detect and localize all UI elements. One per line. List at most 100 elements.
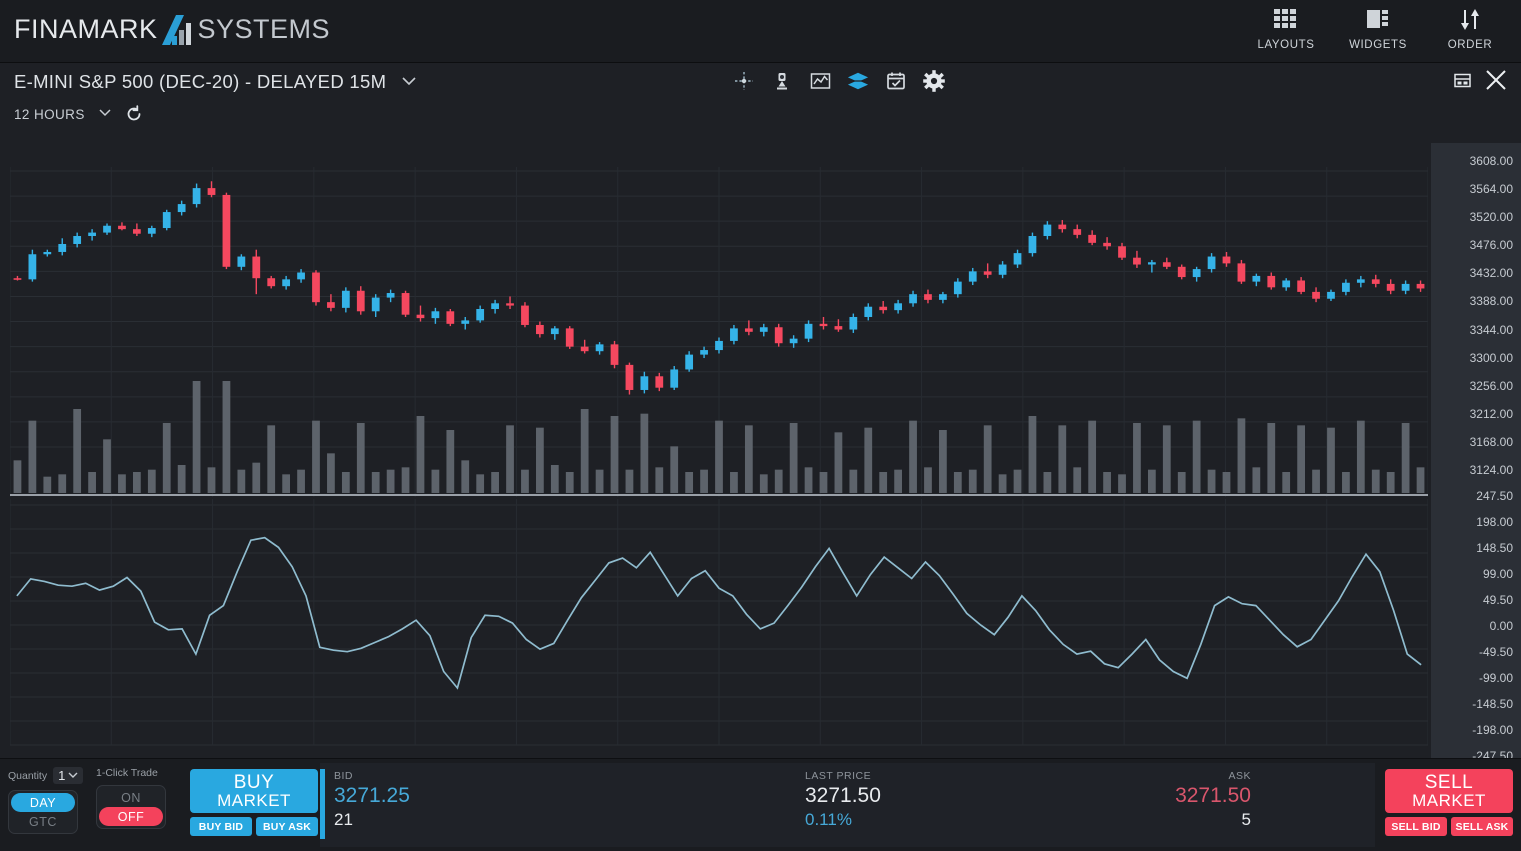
ask-quote: ASK 3271.50 5 <box>1175 770 1251 830</box>
app-logo: FINAMARK SYSTEMS <box>14 14 330 45</box>
bid-caption: BID <box>334 770 410 782</box>
symbol-title-text: E-MINI S&P 500 (DEC-20) - DELAYED 15M <box>14 71 386 92</box>
indicator-axis-tick: 198.00 <box>1476 515 1513 529</box>
price-axis-tick: 3124.00 <box>1470 463 1513 477</box>
sell-market-button[interactable]: SELL MARKET <box>1385 769 1513 813</box>
nav-order[interactable]: ORDER <box>1437 6 1503 51</box>
price-axis-tick: 3476.00 <box>1470 238 1513 252</box>
last-price-change: 0.11% <box>805 810 881 830</box>
price-plot[interactable] <box>10 167 1428 497</box>
trading-app: FINAMARK SYSTEMS <box>0 0 1521 851</box>
sell-market-line2: MARKET <box>1412 792 1486 809</box>
buy-bid-button[interactable]: BUY BID <box>190 817 252 836</box>
widgets-panel-icon <box>1345 6 1411 36</box>
timeframe-row: 12 HOURS <box>14 105 143 123</box>
sell-ask-button[interactable]: SELL ASK <box>1451 817 1513 836</box>
one-click-on-option[interactable]: ON <box>99 788 163 807</box>
one-click-trade-toggle[interactable]: ON OFF <box>96 785 166 829</box>
top-bar: FINAMARK SYSTEMS <box>0 0 1521 63</box>
timeframe-selector-label: 12 HOURS <box>14 107 85 122</box>
indicator-axis-tick: 247.50 <box>1476 489 1513 503</box>
price-axis-tick: 3212.00 <box>1470 407 1513 421</box>
line-chart-icon[interactable] <box>809 70 831 92</box>
quantity-value: 1 <box>58 768 65 783</box>
buy-ask-button[interactable]: BUY ASK <box>256 817 318 836</box>
buy-market-line1: BUY <box>234 773 275 792</box>
logo-chart-icon <box>162 15 196 45</box>
indicator-axis-tick: 99.00 <box>1483 567 1513 581</box>
gear-icon[interactable] <box>923 70 945 92</box>
close-window-icon[interactable] <box>1485 69 1507 91</box>
order-arrows-icon <box>1437 6 1503 36</box>
buy-market-line2: MARKET <box>217 792 291 809</box>
nav-widgets[interactable]: WIDGETS <box>1345 6 1411 51</box>
price-axis-tick: 3344.00 <box>1470 323 1513 337</box>
chevron-down-icon <box>402 77 416 86</box>
one-click-trade-label: 1-Click Trade <box>96 767 178 779</box>
nav-order-label: ORDER <box>1437 39 1503 51</box>
panel-header: E-MINI S&P 500 (DEC-20) - DELAYED 15M <box>0 63 1521 103</box>
indicator-axis: 247.50 198.00 148.50 99.00 49.50 0.00 -49.50 -9… <box>1431 478 1521 768</box>
duration-toggle[interactable]: DAY GTC <box>8 790 78 834</box>
price-axis-tick: 3520.00 <box>1470 210 1513 224</box>
indicator-axis-tick: -49.50 <box>1479 645 1513 659</box>
chevron-down-icon <box>68 772 78 779</box>
chevron-down-icon <box>99 109 111 117</box>
indicator-axis-tick: -99.00 <box>1479 671 1513 685</box>
ask-price: 3271.50 <box>1175 784 1251 808</box>
ask-size: 5 <box>1175 810 1251 830</box>
layouts-grid-icon <box>1253 6 1319 36</box>
logo-text-secondary: SYSTEMS <box>198 14 331 45</box>
ask-caption: ASK <box>1175 770 1251 782</box>
nav-widgets-label: WIDGETS <box>1345 39 1411 51</box>
duration-gtc-option[interactable]: GTC <box>11 812 75 831</box>
price-axis-tick: 3388.00 <box>1470 294 1513 308</box>
last-price-caption: LAST PRICE <box>805 770 881 782</box>
bid-quote: BID 3271.25 21 <box>334 770 410 830</box>
top-navigation: LAYOUTS WIDGETS <box>1253 6 1503 51</box>
drawing-pen-icon[interactable] <box>771 70 793 92</box>
indicator-axis-tick: 49.50 <box>1483 593 1513 607</box>
bid-size: 21 <box>334 810 410 830</box>
price-axis-tick: 3564.00 <box>1470 182 1513 196</box>
price-axis-tick: 3256.00 <box>1470 379 1513 393</box>
symbol-selector[interactable]: E-MINI S&P 500 (DEC-20) - DELAYED 15M <box>14 71 416 93</box>
price-axis-tick: 3608.00 <box>1470 154 1513 168</box>
last-price-quote: LAST PRICE 3271.50 0.11% <box>805 770 881 830</box>
sell-bid-button[interactable]: SELL BID <box>1385 817 1447 836</box>
nav-layouts-label: LAYOUTS <box>1253 39 1319 51</box>
calendar-check-icon[interactable] <box>885 70 907 92</box>
one-click-off-option[interactable]: OFF <box>99 807 163 826</box>
indicator-axis-tick: 0.00 <box>1490 619 1513 633</box>
indicator-plot[interactable] <box>10 499 1428 769</box>
quantity-group: Quantity 1 DAY GTC <box>8 767 90 834</box>
order-bar: Quantity 1 DAY GTC 1-Click Trade ON OFF <box>0 758 1521 851</box>
quantity-stepper[interactable]: 1 <box>53 767 83 784</box>
duration-day-option[interactable]: DAY <box>11 793 75 812</box>
price-axis-tick: 3300.00 <box>1470 351 1513 365</box>
crosshair-icon[interactable] <box>733 70 755 92</box>
logo-text-primary: FINAMARK <box>14 14 158 45</box>
timeframe-selector[interactable]: 12 HOURS <box>14 107 111 122</box>
price-axis-tick: 3432.00 <box>1470 266 1513 280</box>
indicator-axis-tick: -198.00 <box>1472 723 1513 737</box>
buy-market-button[interactable]: BUY MARKET <box>190 769 318 813</box>
chart-toolbar <box>733 70 945 92</box>
last-price-value: 3271.50 <box>805 784 881 808</box>
bid-indicator-bar <box>320 769 325 839</box>
indicator-axis-tick: -148.50 <box>1472 697 1513 711</box>
price-axis: 3608.00 3564.00 3520.00 3476.00 3432.00 3388.… <box>1431 143 1521 478</box>
price-axis-tick: 3168.00 <box>1470 435 1513 449</box>
quantity-label: Quantity <box>8 770 47 782</box>
bid-price: 3271.25 <box>334 784 410 808</box>
chart-panel: E-MINI S&P 500 (DEC-20) - DELAYED 15M <box>0 63 1521 753</box>
layers-icon[interactable] <box>847 70 869 92</box>
refresh-icon[interactable] <box>125 105 143 123</box>
quote-panel: BID 3271.25 21 LAST PRICE 3271.50 0.11% … <box>320 763 1375 847</box>
nav-layouts[interactable]: LAYOUTS <box>1253 6 1319 51</box>
chart-area: 3608.00 3564.00 3520.00 3476.00 3432.00 3388.… <box>0 103 1521 763</box>
sell-market-line1: SELL <box>1425 773 1473 792</box>
restore-window-icon[interactable] <box>1454 73 1471 88</box>
buy-group: BUY MARKET BUY BID BUY ASK <box>190 769 318 836</box>
indicator-axis-tick: 148.50 <box>1476 541 1513 555</box>
